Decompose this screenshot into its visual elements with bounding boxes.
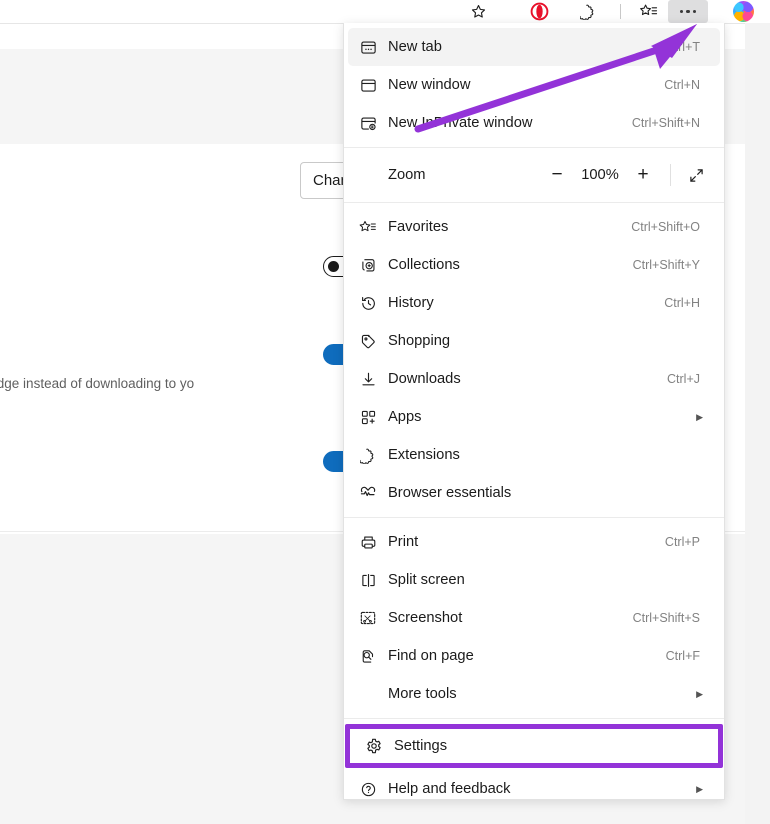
- menu-item-label: Screenshot: [388, 610, 633, 626]
- ellipsis-glyph: [680, 10, 696, 13]
- shopping-tag-icon: [348, 333, 388, 350]
- menu-item-help-and-feedback[interactable]: Help and feedback ▶: [348, 770, 720, 800]
- menu-item-shortcut: Ctrl+N: [664, 78, 720, 92]
- menu-item-downloads[interactable]: Downloads Ctrl+J: [348, 360, 720, 398]
- help-circle-icon: [348, 781, 388, 798]
- menu-item-label: Collections: [388, 257, 633, 273]
- menu-separator: [344, 517, 724, 518]
- menu-item-label: Split screen: [388, 572, 700, 588]
- apps-icon: [348, 409, 388, 426]
- menu-item-label: Help and feedback: [388, 781, 696, 797]
- opera-icon[interactable]: [524, 0, 554, 23]
- menu-item-collections[interactable]: Collections Ctrl+Shift+Y: [348, 246, 720, 284]
- chevron-right-icon: ▶: [696, 785, 720, 794]
- menu-item-label: Apps: [388, 409, 696, 425]
- menu-item-shortcut: Ctrl+Shift+S: [633, 611, 720, 625]
- browser-essentials-icon: [348, 484, 388, 502]
- menu-item-label: New window: [388, 77, 664, 93]
- find-on-page-icon: [348, 648, 388, 665]
- menu-item-label: Favorites: [388, 219, 631, 235]
- menu-item-label: History: [388, 295, 664, 311]
- menu-separator: [344, 202, 724, 203]
- menu-item-shortcut: Ctrl+F: [666, 649, 720, 663]
- menu-item-label: Find on page: [388, 648, 666, 664]
- menu-item-shortcut: Ctrl+H: [664, 296, 720, 310]
- collections-icon: [348, 257, 388, 274]
- chevron-right-icon: ▶: [696, 413, 720, 422]
- menu-item-print[interactable]: Print Ctrl+P: [348, 523, 720, 561]
- settings-and-more-menu[interactable]: New tab Ctrl+T New window Ctrl+N New InP…: [343, 23, 725, 800]
- zoom-divider: [670, 164, 671, 186]
- menu-item-label: Downloads: [388, 371, 667, 387]
- copilot-icon[interactable]: [726, 0, 760, 23]
- downloads-icon: [348, 371, 388, 388]
- zoom-value: 100%: [574, 167, 626, 183]
- screenshot-icon: [348, 609, 388, 627]
- menu-item-label: Shopping: [388, 333, 700, 349]
- gear-icon: [354, 737, 394, 755]
- new-tab-icon: [348, 39, 388, 56]
- chevron-right-icon: ▶: [696, 690, 720, 699]
- menu-item-shopping[interactable]: Shopping: [348, 322, 720, 360]
- menu-separator: [344, 718, 724, 719]
- favorites-list-icon[interactable]: [633, 0, 663, 23]
- fullscreen-icon[interactable]: [678, 160, 714, 190]
- menu-item-label: New InPrivate window: [388, 115, 632, 131]
- menu-item-shortcut: Ctrl+Shift+O: [631, 220, 720, 234]
- zoom-label: Zoom: [388, 167, 540, 183]
- menu-item-favorites[interactable]: Favorites Ctrl+Shift+O: [348, 208, 720, 246]
- menu-item-find-on-page[interactable]: Find on page Ctrl+F: [348, 637, 720, 675]
- menu-item-label: More tools: [388, 686, 696, 702]
- menu-item-shortcut: Ctrl+Shift+N: [632, 116, 720, 130]
- menu-item-history[interactable]: History Ctrl+H: [348, 284, 720, 322]
- menu-item-new-inprivate-window[interactable]: New InPrivate window Ctrl+Shift+N: [348, 104, 720, 142]
- extensions-icon[interactable]: [573, 0, 603, 23]
- menu-item-browser-essentials[interactable]: Browser essentials: [348, 474, 720, 512]
- favorites-icon: [348, 219, 388, 235]
- menu-item-label: Print: [388, 534, 665, 550]
- menu-zoom-row[interactable]: Zoom − 100% +: [348, 153, 720, 197]
- new-window-icon: [348, 77, 388, 94]
- extensions-icon: [348, 447, 388, 464]
- menu-separator: [344, 147, 724, 148]
- menu-item-more-tools[interactable]: More tools ▶: [348, 675, 720, 713]
- menu-item-label: New tab: [388, 39, 666, 55]
- menu-item-label: Browser essentials: [388, 485, 700, 501]
- history-icon: [348, 295, 388, 312]
- print-icon: [348, 534, 388, 551]
- menu-item-shortcut: Ctrl+T: [666, 40, 720, 54]
- menu-item-new-tab[interactable]: New tab Ctrl+T: [348, 28, 720, 66]
- menu-item-label: Extensions: [388, 447, 700, 463]
- favorite-star-icon[interactable]: [463, 0, 493, 23]
- menu-item-split-screen[interactable]: Split screen: [348, 561, 720, 599]
- menu-item-screenshot[interactable]: Screenshot Ctrl+Shift+S: [348, 599, 720, 637]
- zoom-in-button[interactable]: +: [626, 160, 660, 190]
- copilot-logo-glyph: [733, 1, 754, 22]
- menu-item-label: Settings: [394, 738, 714, 754]
- zoom-out-button[interactable]: −: [540, 160, 574, 190]
- menu-item-apps[interactable]: Apps ▶: [348, 398, 720, 436]
- menu-item-shortcut: Ctrl+Shift+Y: [633, 258, 720, 272]
- inprivate-window-icon: [348, 115, 388, 132]
- split-screen-icon: [348, 572, 388, 589]
- menu-item-shortcut: Ctrl+J: [667, 372, 720, 386]
- menu-item-shortcut: Ctrl+P: [665, 535, 720, 549]
- setting-description: atically in Microsoft Edge instead of do…: [0, 376, 345, 391]
- menu-item-settings[interactable]: Settings: [354, 724, 714, 768]
- menu-item-extensions[interactable]: Extensions: [348, 436, 720, 474]
- settings-and-more-icon[interactable]: [668, 0, 708, 23]
- menu-item-new-window[interactable]: New window Ctrl+N: [348, 66, 720, 104]
- toolbar-icon-group: [440, 0, 770, 23]
- toolbar-divider: [620, 4, 621, 19]
- settings-highlight-wrapper: Settings: [344, 724, 724, 768]
